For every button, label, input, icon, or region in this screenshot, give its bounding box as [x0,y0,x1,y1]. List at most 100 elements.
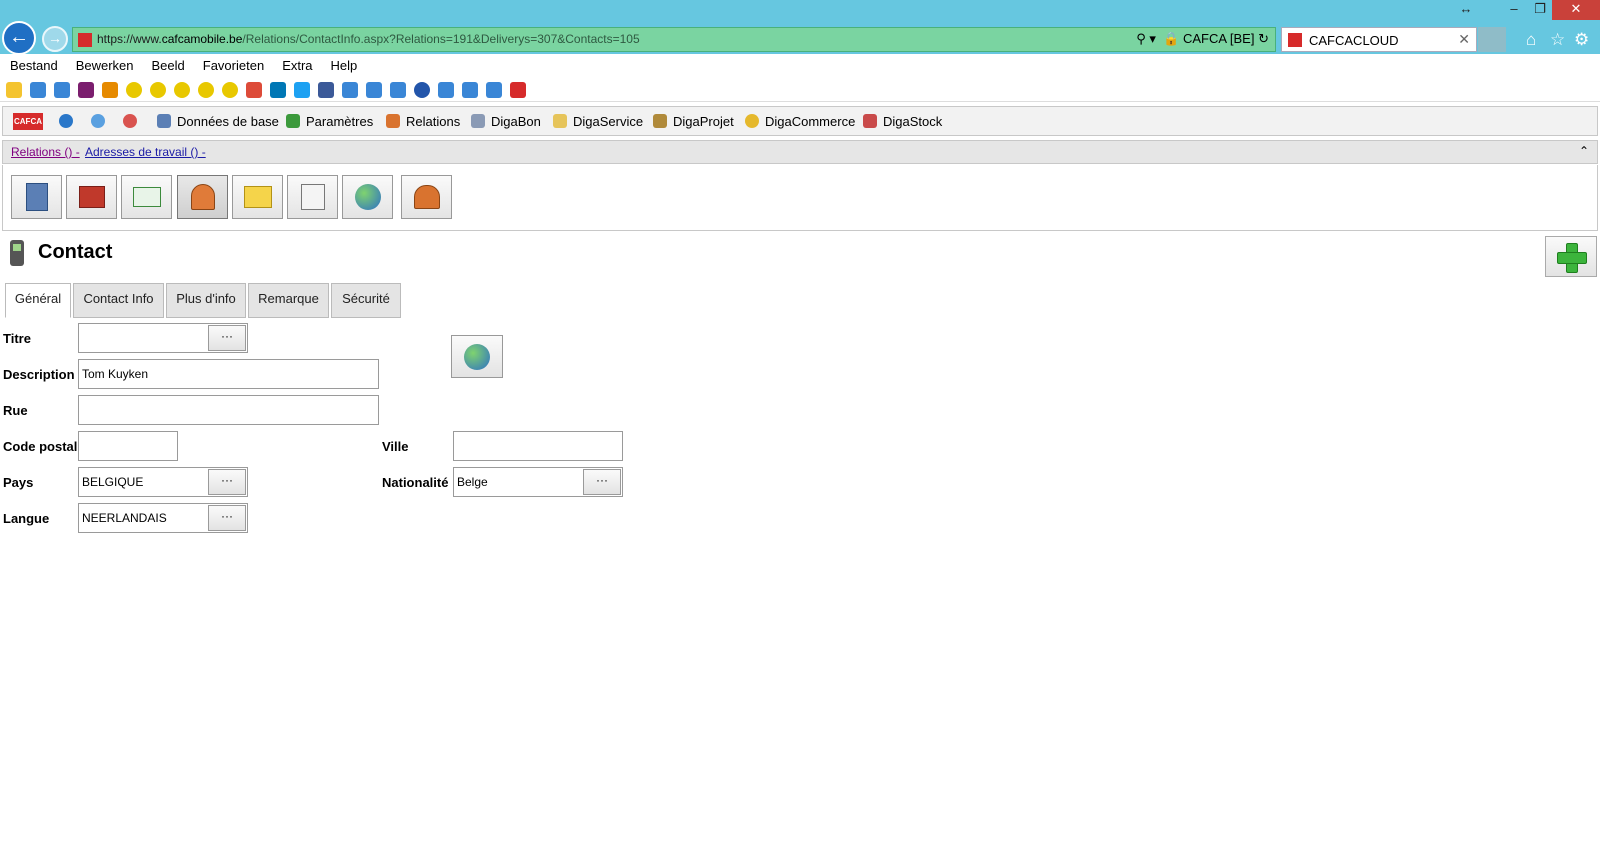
tab-close-icon[interactable]: ✕ [1458,31,1470,48]
toolbar-donnees-de-base[interactable]: Données de base [157,114,279,129]
add-button[interactable] [1545,236,1597,277]
toolbar-digabon[interactable]: DigaBon [471,114,541,129]
tab-title: CAFCACLOUD [1309,33,1399,48]
yellow-link-icon[interactable] [222,82,238,98]
ie-link-icon[interactable] [342,82,358,98]
lock-icon[interactable]: 🔒 [1163,31,1179,46]
site-identity[interactable]: CAFCA [BE] [1183,31,1255,46]
facebook-icon[interactable] [318,82,334,98]
globe-link-icon[interactable] [414,82,430,98]
titre-lookup-button[interactable]: ··· [208,325,246,351]
favorites-star-icon[interactable]: ☆ [1550,30,1565,50]
code-postal-label: Code postal [3,439,78,454]
ie-link-icon[interactable] [438,82,454,98]
ie-link-icon[interactable] [462,82,478,98]
yellow-link-icon[interactable] [126,82,142,98]
ie-link-icon[interactable] [54,82,70,98]
toolbar-digaservice[interactable]: DigaService [553,114,643,129]
menu-help[interactable]: Help [321,54,366,73]
menu-extra[interactable]: Extra [272,54,320,73]
globe-icon [354,184,381,210]
code-postal-field[interactable] [78,431,178,461]
restore-button[interactable]: ❐ [1526,0,1554,20]
ville-field[interactable] [453,431,623,461]
new-tab-button[interactable] [1478,27,1506,52]
toolbar-parametres[interactable]: Paramètres [286,114,373,129]
settings-icon [286,114,300,128]
address-bar[interactable]: https://www.cafcamobile.be/Relations/Con… [72,27,1276,52]
company-button[interactable] [11,175,62,219]
toolbar-digaprojet[interactable]: DigaProjet [653,114,734,129]
pays-label: Pays [3,475,34,490]
menu-bestand[interactable]: Bestand [0,54,66,73]
user-tool-icon[interactable] [123,114,143,129]
langue-lookup-button[interactable]: ··· [208,505,246,531]
site-favicon-icon [78,33,92,47]
minimize-button[interactable]: – [1500,0,1528,20]
breadcrumb-relations[interactable]: Relations () - [11,145,80,159]
tab-securite[interactable]: Sécurité [331,283,401,318]
langue-label: Langue [3,511,50,526]
documents-button[interactable] [287,175,338,219]
breadcrumb-adresses-de-travail[interactable]: Adresses de travail () - [85,145,206,159]
refresh-icon[interactable]: ↻ [1258,31,1269,46]
google-plus-icon[interactable] [246,82,262,98]
sync-tool-icon[interactable] [91,114,111,129]
globe-tool-icon[interactable] [59,114,79,129]
nationalite-lookup-button[interactable]: ··· [583,469,621,495]
rue-label: Rue [3,403,28,418]
tab-general[interactable]: Général [5,283,71,318]
cafca-link-icon[interactable] [510,82,526,98]
page-title: Contact [38,241,113,263]
back-button[interactable]: ← [2,21,36,55]
add-favorite-icon[interactable] [6,82,22,98]
pays-lookup-button[interactable]: ··· [208,469,246,495]
ie-link-icon[interactable] [390,82,406,98]
yellow-link-icon[interactable] [174,82,190,98]
menu-favorieten[interactable]: Favorieten [193,54,272,73]
ie-link-icon[interactable] [30,82,46,98]
map-globe-button[interactable] [451,335,503,378]
tab-favicon-icon [1288,33,1302,47]
breadcrumb: Relations () - Adresses de travail () - … [2,140,1598,164]
mail-button[interactable] [121,175,172,219]
toolbar-relations[interactable]: Relations [386,114,460,129]
nationalite-label: Nationalité [382,475,449,490]
toolbar-digacommerce[interactable]: DigaCommerce [745,114,855,129]
search-icon[interactable]: ⚲ ▾ [1136,31,1156,46]
forward-button[interactable]: → [42,26,68,52]
resize-icon[interactable]: ↔ [1452,0,1480,20]
twitter-icon[interactable] [294,82,310,98]
address-button[interactable] [66,175,117,219]
yellow-link-icon[interactable] [198,82,214,98]
users-button[interactable] [401,175,452,219]
h-link-icon[interactable] [78,82,94,98]
cafca-logo[interactable]: CAFCA [13,113,43,130]
home-icon[interactable]: ⌂ [1526,30,1536,50]
linkedin-icon[interactable] [270,82,286,98]
yellow-link-icon[interactable] [150,82,166,98]
close-window-button[interactable]: ✕ [1552,0,1600,20]
ie-link-icon[interactable] [486,82,502,98]
contact-button[interactable] [177,175,228,219]
tab-contact-info[interactable]: Contact Info [73,283,164,318]
collapse-icon[interactable]: ⌃ [1579,144,1589,158]
flag-link-icon[interactable] [102,82,118,98]
description-field[interactable]: Tom Kuyken [78,359,379,389]
toolbar-digastock[interactable]: DigaStock [863,114,942,129]
no-documents-icon [300,184,325,210]
menu-beeld[interactable]: Beeld [142,54,193,73]
tab-plus-d-info[interactable]: Plus d'info [166,283,246,318]
menu-bewerken[interactable]: Bewerken [66,54,142,73]
address-tools: ⚲ ▾ 🔒 CAFCA [BE] ↻ [1136,31,1269,47]
rue-field[interactable] [78,395,379,425]
house-icon [78,186,105,208]
settings-gear-icon[interactable]: ⚙ [1574,30,1589,50]
tab-remarque[interactable]: Remarque [248,283,329,318]
web-button[interactable] [342,175,393,219]
browser-tab[interactable]: CAFCACLOUD ✕ [1281,27,1477,52]
truck-icon [863,114,877,128]
ie-link-icon[interactable] [366,82,382,98]
folder-icon [243,186,272,208]
folder-button[interactable] [232,175,283,219]
